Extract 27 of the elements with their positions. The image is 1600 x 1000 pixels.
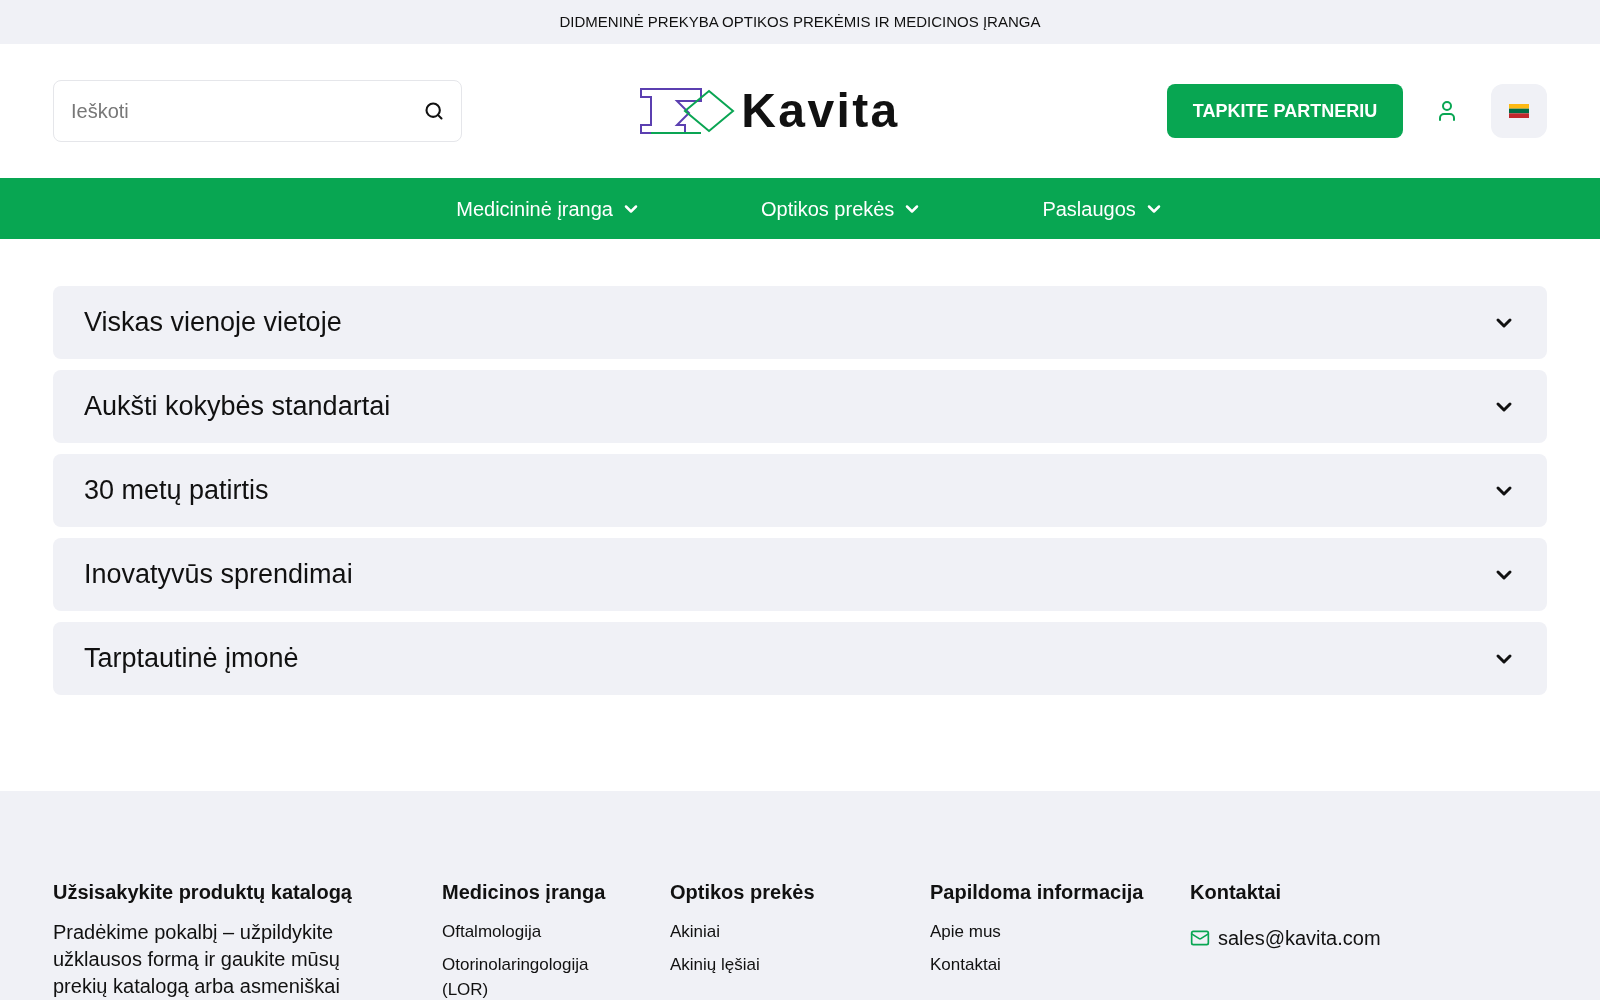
footer-link[interactable]: Oftalmologija xyxy=(442,919,622,944)
accordion-header[interactable]: Tarptautinė įmonė xyxy=(53,622,1547,695)
footer-heading: Užsisakykite produktų katalogą xyxy=(53,880,353,905)
logo-text: Kavita xyxy=(741,87,900,135)
flag-icon xyxy=(1509,104,1529,118)
catalog-text: Pradėkime pokalbį – užpildykite užklausos formą ir gaukite mūsų prekių katalogą arba asmeniškai xyxy=(53,920,341,999)
footer-heading: Papildoma informacija xyxy=(930,880,1145,905)
email-link[interactable]: sales@kavita.com xyxy=(1218,923,1381,953)
accordion-header[interactable]: Inovatyvūs sprendimai xyxy=(53,538,1547,611)
footer-heading: Optikos prekės xyxy=(670,880,816,905)
footer-heading: Kontaktai xyxy=(1190,880,1283,905)
search-field[interactable]: Ieškoti xyxy=(53,80,462,142)
footer-heading: Medicinos įranga xyxy=(442,880,607,905)
footer-link[interactable]: Akiniai xyxy=(670,919,850,944)
footer-link[interactable]: Otorinolaringologija (LOR) xyxy=(442,952,622,1000)
accordion-header[interactable]: 30 metų patirtis xyxy=(53,454,1547,527)
top-bar-text: DIDMENINĖ PREKYBA OPTIKOS PREKĖMIS IR MEDICINOS ĮRANGA xyxy=(559,11,1041,32)
search-icon[interactable] xyxy=(424,101,444,121)
search-input[interactable]: Ieškoti xyxy=(71,96,424,126)
footer-link[interactable]: Apie mus xyxy=(930,919,1110,944)
logo[interactable]: Kavita xyxy=(639,87,900,135)
accordion-header[interactable]: Viskas vienoje vietoje xyxy=(53,286,1547,359)
mail-icon xyxy=(1190,928,1210,948)
accordion-header[interactable]: Aukšti kokybės standartai xyxy=(53,370,1547,443)
language-button[interactable] xyxy=(1491,84,1547,138)
footer-link[interactable]: Kontaktai xyxy=(930,952,1110,977)
footer-link[interactable]: Akinių lęšiai xyxy=(670,952,850,977)
